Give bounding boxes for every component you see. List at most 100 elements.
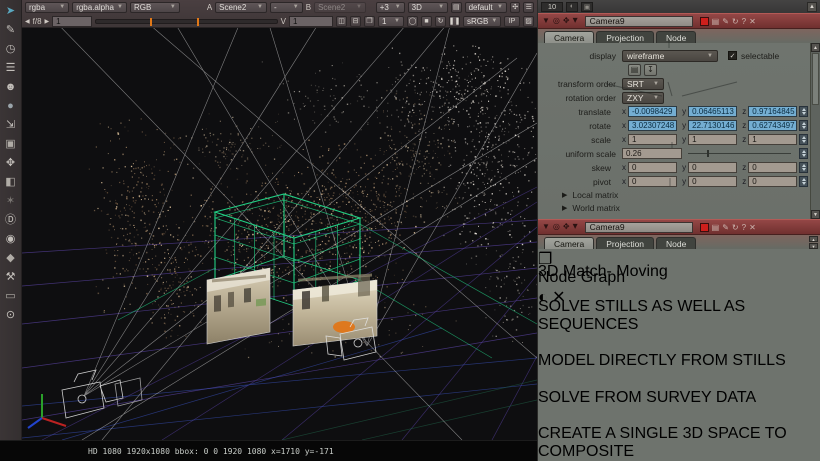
power-icon[interactable]: ⊙ bbox=[2, 306, 20, 325]
timeline-marker bbox=[197, 18, 199, 26]
brush-icon[interactable]: ✎ bbox=[2, 21, 20, 40]
chevron-down-icon: ▼ bbox=[438, 4, 444, 10]
node-label: MODEL DIRECTLY FROM STILLS bbox=[538, 352, 820, 370]
scrollbar-down-icon[interactable]: ▼ bbox=[811, 210, 820, 219]
frame-prev-icon[interactable]: ◀ bbox=[25, 18, 30, 25]
fullframe-icon[interactable]: ■ bbox=[421, 16, 432, 27]
version-input[interactable]: 1 bbox=[289, 16, 333, 27]
input-a-label: A bbox=[207, 3, 212, 12]
frame-input[interactable]: 1 bbox=[52, 16, 92, 27]
node-name-input[interactable]: Camera9 bbox=[585, 222, 693, 233]
camera-wireframe-left[interactable] bbox=[62, 370, 142, 418]
alpha-layer-dropdown[interactable]: rgba.alpha▼ bbox=[72, 2, 127, 13]
colorspace-dropdown[interactable]: sRGB▼ bbox=[463, 16, 501, 27]
refresh-icon[interactable]: ↻ bbox=[435, 16, 446, 27]
input-process-button[interactable]: IP bbox=[504, 16, 520, 27]
layers-icon[interactable]: ☰ bbox=[2, 59, 20, 78]
tab-projection[interactable]: Projection bbox=[596, 237, 654, 249]
list-icon[interactable]: ☰ bbox=[523, 2, 534, 13]
folder-icon[interactable]: ▭ bbox=[2, 287, 20, 306]
chevron-down-icon: ▼ bbox=[394, 18, 400, 24]
edit-icon[interactable]: ✎ bbox=[722, 223, 729, 232]
cube-icon[interactable]: ◧ bbox=[2, 173, 20, 192]
graph-node[interactable] bbox=[538, 370, 565, 389]
viewer-toolbar-row2: ◀ f/8 ▶ 1 V 1 ◫ ⊟ ❐ 1▼ ◯ ■ ↻ ❚❚ sRGB▼ IP… bbox=[22, 14, 537, 28]
tool-sidebar: ➤✎◷☰☻●⇲▣✥◧✶Ⓓ◉◆⚒▭⊙ bbox=[0, 0, 22, 440]
viewport-canvas bbox=[22, 28, 537, 440]
split-horizontal-icon[interactable]: ◫ bbox=[336, 16, 347, 27]
input-b-label: B bbox=[306, 3, 311, 12]
move-icon[interactable]: ✥ bbox=[2, 154, 20, 173]
view-mode-dropdown[interactable]: 3D▼ bbox=[408, 2, 448, 13]
minimize-panel-icon[interactable]: ▼ bbox=[542, 223, 550, 231]
status-text: HD 1080 1920x1080 bbox: 0 0 1920 1080 x=… bbox=[88, 447, 334, 456]
node-color-swatch[interactable] bbox=[700, 223, 709, 232]
node-arrow-icon[interactable]: ▾ bbox=[573, 222, 578, 232]
lut-book-icon[interactable]: ▤ bbox=[451, 2, 462, 13]
timeline-slider[interactable] bbox=[95, 19, 278, 24]
panel2-scroll-arrows[interactable]: ▲▼ bbox=[809, 236, 818, 249]
chevron-down-icon: ▼ bbox=[497, 4, 503, 10]
proxy-dropdown[interactable]: 1▼ bbox=[378, 16, 404, 27]
select-icon[interactable]: ➤ bbox=[2, 2, 20, 21]
frame-gauge-label: f/8 bbox=[33, 17, 42, 26]
chevron-down-icon: ▼ bbox=[395, 4, 401, 10]
center-node-icon[interactable]: ◎ bbox=[553, 223, 560, 231]
chevron-down-icon: ▼ bbox=[293, 4, 299, 10]
deep-icon[interactable]: Ⓓ bbox=[2, 211, 20, 230]
stereo-view-dropdown[interactable]: +3▼ bbox=[376, 2, 405, 13]
viewer-toolbar: rgba▼ rgba.alpha▼ RGB▼ A Scene2▼ -▼ B Sc… bbox=[22, 0, 537, 28]
node-connectors bbox=[538, 0, 820, 205]
sphere-icon[interactable]: ● bbox=[2, 97, 20, 116]
chevron-down-icon: ▼ bbox=[257, 4, 263, 10]
close-panel-icon[interactable]: ✕ bbox=[749, 223, 756, 232]
geometry-icon[interactable]: ▣ bbox=[2, 135, 20, 154]
revert-icon[interactable]: ↻ bbox=[732, 223, 739, 232]
gamepad-icon[interactable]: ✣ bbox=[510, 2, 521, 13]
float-window-icon[interactable]: ❐ bbox=[364, 16, 375, 27]
roi-icon[interactable]: ◯ bbox=[407, 16, 418, 27]
input-a-dropdown[interactable]: Scene2▼ bbox=[215, 2, 267, 13]
lut-dropdown[interactable]: default▼ bbox=[465, 2, 507, 13]
triangle-right-icon: ▶ bbox=[562, 204, 567, 212]
status-bar: HD 1080 1920x1080 bbox: 0 0 1920 1080 x=… bbox=[0, 440, 537, 461]
graph-node[interactable] bbox=[538, 407, 566, 425]
tab-camera[interactable]: Camera bbox=[544, 237, 594, 249]
node-label: SOLVE STILLS AS WELL AS SEQUENCES bbox=[538, 298, 820, 334]
chevron-down-icon: ▼ bbox=[356, 4, 362, 10]
pause-icon[interactable]: ❚❚ bbox=[449, 16, 460, 27]
eye-icon[interactable]: ◉ bbox=[2, 230, 20, 249]
version-label: V bbox=[281, 17, 286, 26]
user-icon[interactable]: ☻ bbox=[2, 78, 20, 97]
node-label: SOLVE FROM SURVEY DATA bbox=[538, 389, 820, 407]
wrench-icon[interactable]: ⚒ bbox=[2, 268, 20, 287]
3d-viewport[interactable] bbox=[22, 28, 537, 440]
tab-node[interactable]: Node bbox=[656, 237, 696, 249]
transform-icon[interactable]: ⇲ bbox=[2, 116, 20, 135]
application-window: ➤✎◷☰☻●⇲▣✥◧✶Ⓓ◉◆⚒▭⊙ rgba▼ rgba.alpha▼ RGB▼… bbox=[0, 0, 820, 461]
node-graph-header: ❐ Node Graph ◐ ✕ bbox=[538, 249, 820, 263]
float-panel-icon[interactable]: ✥ bbox=[563, 223, 570, 231]
camera-panel2-tabs: Camera Projection Node ▲▼ bbox=[538, 235, 820, 249]
time-icon[interactable]: ◷ bbox=[2, 40, 20, 59]
star-icon[interactable]: ✶ bbox=[2, 192, 20, 211]
graph-node[interactable] bbox=[538, 334, 565, 352]
channels-dropdown[interactable]: RGB▼ bbox=[130, 2, 180, 13]
input-b-dropdown[interactable]: Scene2▼ bbox=[314, 2, 366, 13]
help-icon[interactable]: ? bbox=[742, 223, 746, 232]
chevron-down-icon: ▼ bbox=[170, 4, 176, 10]
paint-icon[interactable]: ◆ bbox=[2, 249, 20, 268]
curve-editor-icon[interactable]: ▤ bbox=[712, 223, 720, 232]
stripes-icon[interactable]: ▨ bbox=[523, 16, 534, 27]
node-label: 3D Match- Moving bbox=[538, 263, 820, 281]
image-plane-left[interactable] bbox=[207, 268, 270, 344]
blend-dropdown[interactable]: -▼ bbox=[270, 2, 303, 13]
properties-pane: 10 ◐ ▣ ▲ ▼ ◎ ✥ ▾ Camera9 ▤ ✎ ↻ ? ✕ Camer… bbox=[537, 0, 820, 461]
layer-dropdown[interactable]: rgba▼ bbox=[25, 2, 69, 13]
viewer-toolbar-row1: rgba▼ rgba.alpha▼ RGB▼ A Scene2▼ -▼ B Sc… bbox=[22, 0, 537, 14]
image-plane-right[interactable] bbox=[293, 274, 377, 346]
frame-next-icon[interactable]: ▶ bbox=[45, 18, 50, 25]
node-graph-canvas[interactable]: 3D Match- Moving SOLVE STILLS AS WELL AS … bbox=[538, 263, 820, 461]
timeline-marker bbox=[150, 18, 152, 26]
split-vertical-icon[interactable]: ⊟ bbox=[350, 16, 361, 27]
